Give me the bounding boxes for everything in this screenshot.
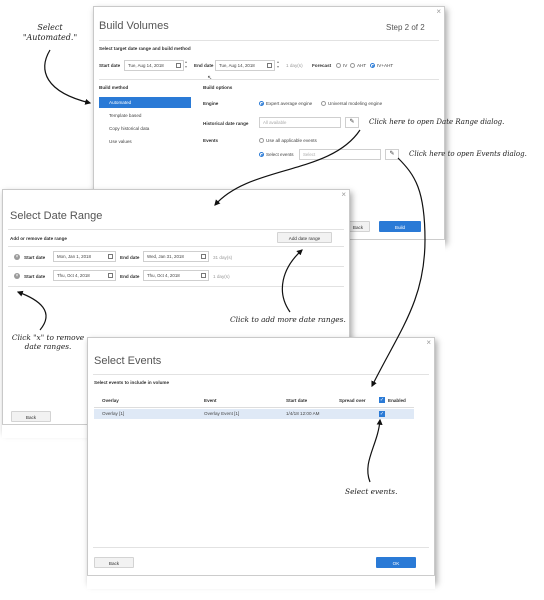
divider — [8, 286, 344, 287]
day-count: 1 day(s) — [213, 274, 230, 279]
torn-edge — [87, 575, 435, 589]
engine-universal-label: Universal modeling engine — [328, 101, 383, 106]
forecast-aht-radio[interactable] — [350, 63, 355, 68]
engine-label: Engine — [203, 101, 219, 106]
remove-range-icon[interactable]: × — [14, 254, 20, 260]
end-date-input[interactable]: Wed, Jan 31, 2018 — [143, 251, 209, 262]
forecast-iv-aht-label: IV+AHT — [377, 63, 394, 68]
engine-expert-label: Expert average engine — [266, 101, 313, 106]
edit-date-range-button[interactable]: ✎ — [345, 117, 359, 128]
back-button[interactable]: Back — [94, 557, 134, 568]
close-icon[interactable]: × — [341, 190, 346, 199]
end-date-label: End date — [194, 63, 214, 68]
col-enabled: Enabled — [388, 398, 406, 403]
dialog-title: Select Date Range — [10, 210, 103, 222]
col-overlay: Overlay — [102, 398, 119, 403]
divider — [8, 229, 344, 230]
divider — [93, 374, 429, 375]
forecast-iv-label: IV — [343, 63, 348, 68]
divider — [8, 246, 344, 247]
annotation-remove-ranges: Click "x" to remove date ranges. — [11, 333, 85, 352]
events-heading: Select events to include in volume — [94, 380, 170, 385]
stepper-icon[interactable]: ▴ ▾ — [185, 59, 187, 69]
annotation-select-automated: Select "Automated." — [22, 23, 78, 42]
build-button[interactable]: Build — [379, 221, 421, 232]
target-heading: Select target date range and build metho… — [99, 46, 191, 51]
events-table-header: Overlay Event Start date Spread over ✓ E… — [94, 394, 414, 408]
date-range-heading: Add or remove date range — [10, 236, 67, 241]
ok-button[interactable]: OK — [376, 557, 416, 568]
step-indicator: Step 2 of 2 — [386, 23, 425, 32]
calendar-icon[interactable] — [176, 63, 181, 68]
start-date-label: Start date — [99, 63, 121, 68]
calendar-icon[interactable] — [267, 63, 272, 68]
start-date-input[interactable]: Mon, Jan 1, 2018 — [53, 251, 116, 262]
calendar-icon[interactable] — [108, 254, 113, 259]
annotation-open-date-range: Click here to open Date Range dialog. — [369, 118, 505, 126]
day-count: 1 day(s) — [286, 63, 303, 68]
end-date-input[interactable]: Thu, Oct 4, 2018 — [143, 270, 209, 281]
engine-expert-radio[interactable] — [259, 101, 264, 106]
edit-events-button[interactable]: ✎ — [385, 149, 399, 160]
overlay-cell: Overlay [1] — [102, 411, 125, 416]
events-all-radio[interactable] — [259, 138, 264, 143]
end-date-input[interactable]: Tue, Aug 14, 2018 — [215, 60, 275, 71]
forecast-iv-radio[interactable] — [336, 63, 341, 68]
forecast-iv-aht-radio[interactable] — [370, 63, 375, 68]
annotation-open-events: Click here to open Events dialog. — [409, 150, 527, 158]
calendar-icon[interactable] — [201, 254, 206, 259]
cursor-icon: ↖ — [207, 74, 213, 82]
divider — [93, 547, 429, 548]
end-date-label: End date — [120, 274, 140, 279]
build-options-heading: Build options — [203, 85, 233, 90]
calendar-icon[interactable] — [108, 273, 113, 278]
divider — [99, 79, 439, 80]
historical-range-input[interactable]: All available — [259, 117, 341, 128]
dialog-title: Select Events — [94, 355, 162, 367]
events-all-label: Use all applicable events — [266, 138, 317, 143]
start-date-input[interactable]: Tue, Aug 14, 2018 — [124, 60, 184, 71]
end-date-label: End date — [120, 255, 140, 260]
annotation-select-events: Select events. — [345, 487, 398, 496]
events-select-label: Select events — [266, 152, 294, 157]
remove-range-icon[interactable]: × — [14, 273, 20, 279]
dialog-title: Build Volumes — [99, 20, 169, 32]
forecast-aht-label: AHT — [357, 63, 367, 68]
forecast-label: Forecast — [312, 63, 332, 68]
back-button[interactable]: Back — [11, 411, 51, 422]
arrow-to-automated — [44, 49, 92, 105]
events-select-radio[interactable] — [259, 152, 264, 157]
start-date-label: Start date — [24, 274, 46, 279]
table-row[interactable]: Overlay [1] Overlay Event [1] 1/4/18 12:… — [94, 409, 414, 419]
start-date-cell: 1/4/18 12:00 AM — [286, 411, 320, 416]
enabled-checkbox[interactable]: ✓ — [379, 411, 385, 417]
historical-range-label: Historical date range — [203, 121, 249, 126]
event-cell: Overlay Event [1] — [204, 411, 240, 416]
method-template-based[interactable]: Template based — [109, 113, 141, 118]
method-automated[interactable]: Automated — [99, 97, 191, 108]
method-copy-historical[interactable]: Copy historical data — [109, 126, 149, 131]
add-date-range-button[interactable]: Add date range — [277, 232, 332, 243]
engine-universal-radio[interactable] — [321, 101, 326, 106]
close-icon[interactable]: × — [436, 7, 441, 16]
build-method-heading: Build method — [99, 85, 129, 90]
close-icon[interactable]: × — [426, 338, 431, 347]
select-events-dialog: × Select Events Select events to include… — [87, 337, 435, 589]
events-label: Events — [203, 138, 219, 143]
col-event: Event — [204, 398, 217, 403]
divider — [8, 266, 344, 267]
calendar-icon[interactable] — [201, 273, 206, 278]
start-date-input[interactable]: Thu, Oct 4, 2018 — [53, 270, 116, 281]
day-count: 31 day(s) — [213, 255, 233, 260]
method-use-values[interactable]: Use values — [109, 139, 132, 144]
divider — [99, 40, 439, 41]
col-start-date: Start date — [286, 398, 308, 403]
select-all-checkbox[interactable]: ✓ — [379, 397, 385, 403]
events-input[interactable]: Select — [299, 149, 381, 160]
annotation-add-ranges: Click to add more date ranges. — [230, 315, 346, 324]
start-date-label: Start date — [24, 255, 46, 260]
col-spread-over: Spread over — [339, 398, 366, 403]
stepper-icon[interactable]: ▴ ▾ — [277, 59, 279, 69]
